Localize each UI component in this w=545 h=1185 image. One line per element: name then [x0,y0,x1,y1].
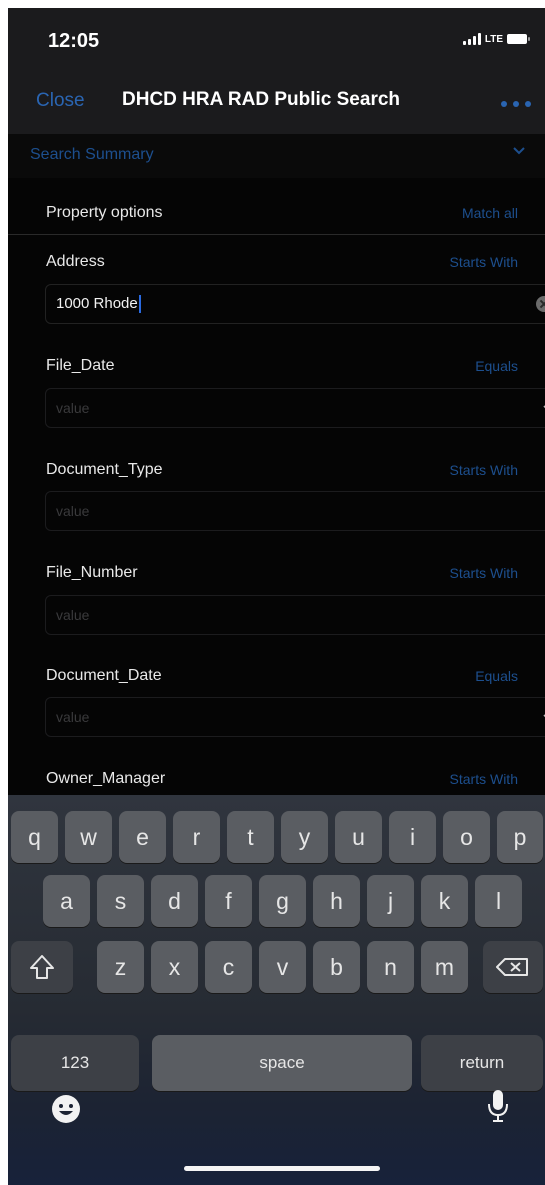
keyboard: q w e r t y u i o p a s d f g h j k l z … [8,795,545,1185]
address-input-value: 1000 Rhode [56,295,141,314]
key-b[interactable]: b [313,941,360,993]
network-label: LTE [484,33,503,45]
key-q[interactable]: q [11,811,58,863]
file-number-input[interactable]: value [45,595,545,635]
key-t[interactable]: t [227,811,274,863]
status-time: 12:05 [48,30,100,52]
key-h[interactable]: h [313,875,360,927]
divider [8,234,545,235]
phone-screen: 12:05 LTE Close DHCD HRA RAD Public Sear… [8,8,545,1185]
key-x[interactable]: x [151,941,198,993]
numbers-key[interactable]: 123 [11,1035,139,1091]
file-date-placeholder: value [56,400,90,416]
text-cursor [138,295,141,314]
key-c[interactable]: c [205,941,252,993]
key-m[interactable]: m [421,941,468,993]
shift-key[interactable] [11,941,73,993]
clear-icon[interactable] [536,296,545,312]
battery-icon [507,34,530,44]
signal-icon [462,33,481,45]
delete-key[interactable] [483,941,543,993]
search-summary[interactable]: Search Summary [8,134,545,178]
close-button[interactable]: Close [36,90,85,112]
page-title: DHCD HRA RAD Public Search [122,89,401,110]
document-date-dropdown[interactable]: value [45,697,545,737]
key-s[interactable]: s [97,875,144,927]
operator-address[interactable]: Starts With [450,254,518,270]
home-indicator[interactable] [184,1166,380,1171]
address-input[interactable]: 1000 Rhode [45,284,545,324]
file-date-dropdown[interactable]: value [45,388,545,428]
operator-document-date[interactable]: Equals [475,668,518,684]
key-y[interactable]: y [281,811,328,863]
key-i[interactable]: i [389,811,436,863]
chevron-down-icon[interactable] [511,142,527,163]
match-all-button[interactable]: Match all [462,205,518,221]
operator-document-type[interactable]: Starts With [450,462,518,478]
property-options-label: Property options [46,204,163,221]
operator-owner-manager[interactable]: Starts With [450,771,518,787]
key-n[interactable]: n [367,941,414,993]
field-label-document-date: Document_Date [46,667,162,684]
key-l[interactable]: l [475,875,522,927]
microphone-icon[interactable] [485,1088,511,1129]
operator-file-number[interactable]: Starts With [450,565,518,581]
key-d[interactable]: d [151,875,198,927]
shift-icon [30,955,54,979]
key-f[interactable]: f [205,875,252,927]
field-label-file-number: File_Number [46,564,138,581]
delete-icon [496,958,528,976]
key-g[interactable]: g [259,875,306,927]
file-number-placeholder: value [56,607,90,623]
key-w[interactable]: w [65,811,112,863]
search-summary-label: Search Summary [30,146,154,163]
key-z[interactable]: z [97,941,144,993]
field-label-file-date: File_Date [46,357,115,374]
document-type-placeholder: value [56,503,90,519]
nav-bar: Close DHCD HRA RAD Public Search [8,68,545,134]
field-label-document-type: Document_Type [46,461,163,478]
key-r[interactable]: r [173,811,220,863]
key-e[interactable]: e [119,811,166,863]
emoji-icon[interactable] [50,1093,82,1130]
field-label-owner-manager: Owner_Manager [46,770,166,787]
status-bar: 12:05 LTE [8,8,545,68]
operator-file-date[interactable]: Equals [475,358,518,374]
space-key[interactable]: space [152,1035,412,1091]
document-date-placeholder: value [56,709,90,725]
key-j[interactable]: j [367,875,414,927]
key-p[interactable]: p [497,811,543,863]
key-v[interactable]: v [259,941,306,993]
document-type-input[interactable]: value [45,491,545,531]
key-k[interactable]: k [421,875,468,927]
field-label-address: Address [46,253,105,270]
more-options-icon[interactable] [501,101,531,107]
key-o[interactable]: o [443,811,490,863]
key-a[interactable]: a [43,875,90,927]
key-u[interactable]: u [335,811,382,863]
status-indicators: LTE [462,33,530,45]
return-key[interactable]: return [421,1035,543,1091]
